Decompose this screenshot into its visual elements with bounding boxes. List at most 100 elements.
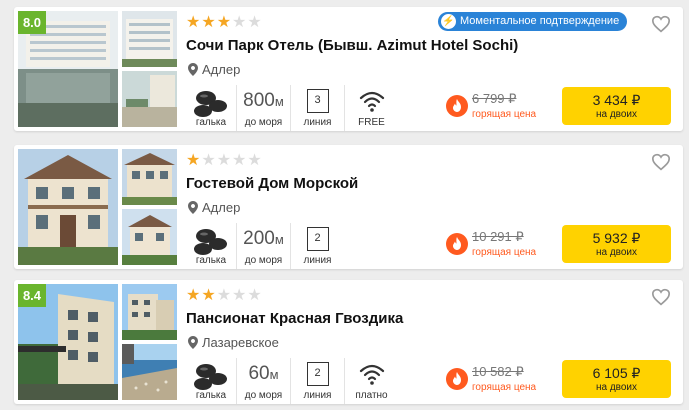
distance-label: до моря (244, 255, 283, 266)
badge-label: Моментальное подтверждение (460, 15, 620, 27)
old-price: 6 799 ₽ (472, 91, 517, 106)
hotel-photo-thumb[interactable] (122, 71, 177, 127)
pebbles-icon (194, 91, 227, 117)
star-icon: ★ (186, 287, 201, 304)
location-pin-icon (188, 201, 198, 214)
price-value: 3 434 ₽ (592, 92, 641, 108)
distance-value: 200м (243, 228, 284, 249)
hotel-location: Адлер (188, 200, 240, 215)
price-label: на двоих (595, 382, 638, 393)
beach-type-feature: галька (186, 358, 236, 404)
price-button[interactable]: 6 105 ₽ на двоих (562, 360, 671, 398)
price-value: 6 105 ₽ (592, 365, 641, 381)
line-label: линия (303, 255, 332, 266)
star-icon: ★ (247, 152, 262, 169)
beach-type-label: галька (195, 117, 227, 128)
heart-icon[interactable] (651, 15, 671, 33)
distance-label: до моря (244, 117, 283, 128)
hotel-name[interactable]: Пансионат Красная Гвоздика (186, 310, 403, 327)
pebbles-icon (194, 229, 227, 255)
distance-label: до моря (244, 390, 283, 401)
price-button[interactable]: 3 434 ₽ на двоих (562, 87, 671, 125)
line-label: линия (303, 390, 332, 401)
beach-type-feature: галька (186, 85, 236, 131)
beach-type-feature: галька (186, 223, 236, 269)
instant-confirmation-badge: ⚡ Моментальное подтверждение (438, 12, 628, 31)
distance-feature: 200м до моря (236, 223, 290, 269)
line-feature: 3 линия (290, 85, 344, 131)
hot-price-label: горящая цена (472, 382, 537, 393)
hotel-location: Лазаревское (188, 335, 279, 350)
heart-icon[interactable] (651, 288, 671, 306)
wifi-icon (359, 364, 384, 385)
hotel-photo-thumb[interactable] (122, 344, 177, 400)
hotel-card[interactable]: 8.0 ★ ★ ★ ★ ★ ⚡ Моментальное подтвержден… (14, 7, 683, 131)
star-icon: ★ (247, 287, 262, 304)
price-label: на двоих (595, 247, 638, 258)
old-price: 10 291 ₽ (472, 229, 524, 244)
location-label: Лазаревское (202, 335, 279, 350)
line-feature: 2 линия (290, 223, 344, 269)
hot-price-label: горящая цена (472, 109, 537, 120)
location-label: Адлер (202, 200, 241, 215)
heart-icon[interactable] (651, 153, 671, 171)
hotel-features: галька 800м до моря 3 линия FREE (186, 85, 398, 131)
hotel-card[interactable]: 8.4 ★ ★ ★ ★ ★ Пансионат Красная Гвоздика… (14, 280, 683, 404)
hotel-features: галька 200м до моря 2 линия (186, 223, 344, 269)
star-icon: ★ (186, 152, 201, 169)
old-price: 10 582 ₽ (472, 364, 524, 379)
star-icon: ★ (201, 14, 216, 31)
location-pin-icon (188, 63, 198, 76)
price-label: на двоих (595, 109, 638, 120)
distance-feature: 800м до моря (236, 85, 290, 131)
hotel-photo-thumb[interactable] (122, 284, 177, 340)
hotel-main-photo[interactable] (18, 149, 118, 265)
beach-type-label: галька (195, 390, 227, 401)
hotel-location: Адлер (188, 62, 240, 77)
star-icon: ★ (201, 152, 216, 169)
beach-type-label: галька (195, 255, 227, 266)
line-number: 2 (306, 227, 329, 251)
line-feature: 2 линия (290, 358, 344, 404)
hotel-photo-thumb[interactable] (122, 11, 177, 67)
hotel-name[interactable]: Сочи Парк Отель (Бывш. Azimut Hotel Soch… (186, 37, 518, 54)
pebbles-icon (194, 364, 227, 390)
rating-badge: 8.0 (18, 11, 46, 34)
location-label: Адлер (202, 62, 241, 77)
hotel-photo-thumb[interactable] (122, 149, 177, 205)
wifi-icon (359, 91, 384, 112)
fire-icon (446, 233, 468, 255)
distance-value: 60м (248, 363, 279, 384)
line-number: 2 (306, 362, 329, 386)
hotel-features: галька 60м до моря 2 линия платно (186, 358, 398, 404)
hotel-photo-thumb[interactable] (122, 209, 177, 265)
distance-value: 800м (243, 90, 284, 111)
lightning-icon: ⚡ (441, 14, 456, 29)
star-icon: ★ (232, 287, 247, 304)
star-icon: ★ (201, 287, 216, 304)
rating-badge: 8.4 (18, 284, 46, 307)
star-icon: ★ (186, 14, 201, 31)
wifi-feature: FREE (344, 85, 398, 131)
star-rating: ★ ★ ★ ★ ★ (186, 288, 262, 304)
wifi-feature: платно (344, 358, 398, 404)
line-label: линия (303, 117, 332, 128)
hotel-name[interactable]: Гостевой Дом Морской (186, 175, 358, 192)
wifi-label: FREE (358, 117, 385, 128)
distance-feature: 60м до моря (236, 358, 290, 404)
star-icon: ★ (232, 152, 247, 169)
star-rating: ★ ★ ★ ★ ★ (186, 153, 262, 169)
star-icon: ★ (232, 14, 247, 31)
fire-icon (446, 95, 468, 117)
star-icon: ★ (247, 14, 262, 31)
star-icon: ★ (216, 152, 232, 169)
wifi-label: платно (355, 390, 388, 401)
star-icon: ★ (216, 287, 232, 304)
star-icon: ★ (216, 14, 232, 31)
fire-icon (446, 368, 468, 390)
location-pin-icon (188, 336, 198, 349)
hotel-card[interactable]: ★ ★ ★ ★ ★ Гостевой Дом Морской Адлер гал… (14, 145, 683, 269)
line-number: 3 (306, 89, 329, 113)
price-button[interactable]: 5 932 ₽ на двоих (562, 225, 671, 263)
hot-price-label: горящая цена (472, 247, 537, 258)
